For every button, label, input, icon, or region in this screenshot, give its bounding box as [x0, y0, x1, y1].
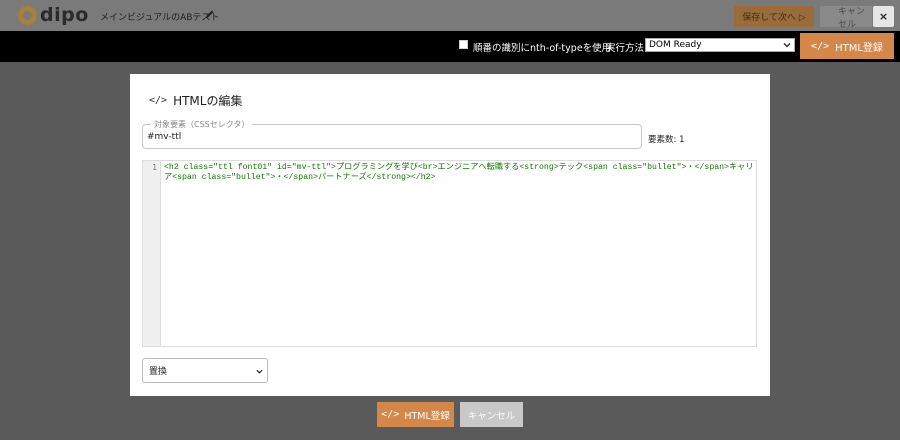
line-number: 1 — [152, 163, 157, 172]
nth-of-type-label: 順番の識別にnth-of-typeを使用 — [473, 43, 612, 54]
target-selector-input[interactable]: 対象要素（CSSセレクタ） #mv-ttl — [142, 119, 642, 149]
target-selector-legend: 対象要素（CSSセレクタ） — [151, 119, 253, 130]
html-edit-modal: </> HTMLの編集 対象要素（CSSセレクタ） #mv-ttl 要素数: 1… — [130, 74, 770, 396]
replace-mode-select[interactable]: 置換 — [142, 358, 268, 383]
logo-text: dipo — [40, 4, 89, 26]
exec-method-select[interactable]: DOM Ready — [645, 38, 795, 52]
chevron-down-icon — [783, 43, 791, 48]
modal-title: </> HTMLの編集 — [149, 92, 242, 109]
code-icon: </> — [149, 95, 168, 106]
app-header: dipo メインビジュアルのABテスト 保存して次へ ▷ キャンセル × — [0, 0, 900, 31]
code-icon: </> — [381, 409, 400, 420]
html-register-label: HTML登録 — [835, 42, 883, 54]
cancel-button[interactable]: キャンセル — [460, 402, 523, 427]
close-button[interactable]: × — [873, 6, 894, 27]
pencil-icon[interactable] — [205, 9, 215, 19]
save-next-button[interactable]: 保存して次へ ▷ — [734, 6, 814, 27]
editor-gutter: 1 — [143, 161, 161, 346]
chevron-down-icon — [256, 369, 263, 374]
logo-mark-icon — [18, 6, 37, 25]
nth-of-type-checkbox[interactable] — [459, 40, 468, 49]
exec-method-value: DOM Ready — [649, 40, 702, 50]
options-bar: 順番の識別にnth-of-typeを使用 実行方法: DOM Ready — [0, 31, 900, 62]
target-selector-value: #mv-ttl — [147, 132, 182, 142]
html-register-label: HTML登録 — [404, 410, 450, 422]
exec-method-label: 実行方法: — [606, 43, 648, 54]
code-content[interactable]: <h2 class="ttl font01" id="mv-ttl">プログラミ… — [164, 163, 757, 182]
html-register-button[interactable]: </> HTML登録 — [377, 402, 454, 427]
logo: dipo — [18, 6, 89, 25]
code-icon: </> — [811, 40, 830, 52]
html-code-editor[interactable]: 1 <h2 class="ttl font01" id="mv-ttl">プログ… — [142, 160, 757, 347]
modal-title-text: HTMLの編集 — [173, 94, 243, 108]
cancel-button-top[interactable]: キャンセル — [820, 6, 872, 30]
html-register-button-top[interactable]: </> HTML登録 — [800, 33, 894, 59]
element-count: 要素数: 1 — [648, 135, 685, 145]
replace-mode-value: 置換 — [149, 367, 168, 377]
page-title: メインビジュアルのABテスト — [100, 13, 220, 23]
